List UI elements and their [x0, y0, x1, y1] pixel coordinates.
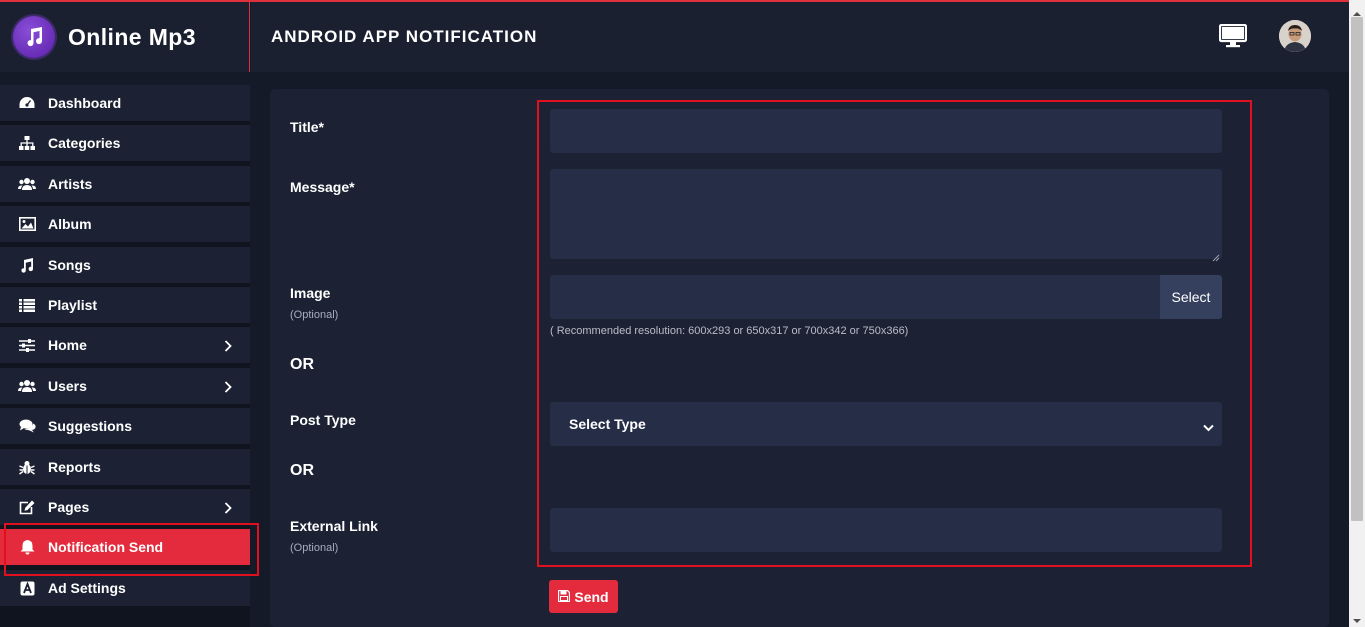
external-link-optional-label: (Optional): [290, 542, 339, 554]
sidebar-item-songs[interactable]: Songs: [0, 247, 250, 285]
brand-name: Online Mp3: [68, 23, 196, 50]
monitor-icon[interactable]: [1218, 23, 1248, 53]
send-button[interactable]: Send: [549, 580, 618, 613]
image-label: Image: [290, 285, 331, 301]
image-icon: [17, 214, 37, 234]
active-item-highlight: [4, 523, 259, 576]
sidebar-item-suggestions[interactable]: Suggestions: [0, 408, 250, 446]
scrollbar-thumb[interactable]: [1351, 17, 1363, 521]
ad-icon: [17, 578, 37, 598]
page-title: ANDROID APP NOTIFICATION: [271, 27, 538, 46]
bug-icon: [17, 457, 37, 477]
music-logo-icon: [13, 16, 55, 58]
sidebar-item-categories[interactable]: Categories: [0, 125, 250, 163]
chevron-right-icon: [224, 339, 232, 357]
chevron-right-icon: [224, 501, 232, 519]
sidebar-item-reports[interactable]: Reports: [0, 449, 250, 487]
image-optional-label: (Optional): [290, 309, 339, 321]
sliders-icon: [17, 335, 37, 355]
external-link-label: External Link: [290, 518, 378, 534]
form-fields-highlight: [537, 100, 1252, 567]
list-icon: [17, 295, 37, 315]
or-separator: OR: [290, 462, 314, 479]
sidebar-item-users[interactable]: Users: [0, 368, 250, 406]
sidebar-item-artists[interactable]: Artists: [0, 166, 250, 204]
user-avatar[interactable]: [1279, 20, 1311, 52]
sitemap-icon: [17, 133, 37, 153]
dashboard-icon: [17, 93, 37, 113]
music-icon: [17, 255, 37, 275]
post-type-label: Post Type: [290, 412, 356, 428]
save-icon: [558, 589, 571, 605]
users-icon: [17, 174, 37, 194]
sidebar-item-playlist[interactable]: Playlist: [0, 287, 250, 325]
users-icon: [17, 376, 37, 396]
or-separator: OR: [290, 356, 314, 373]
vertical-scrollbar[interactable]: [1349, 0, 1365, 627]
chevron-right-icon: [224, 380, 232, 398]
edit-icon: [17, 497, 37, 517]
sidebar-item-dashboard[interactable]: Dashboard: [0, 85, 250, 123]
sidebar-item-home[interactable]: Home: [0, 327, 250, 365]
sidebar-item-album[interactable]: Album: [0, 206, 250, 244]
comments-icon: [17, 416, 37, 436]
sidebar-item-pages[interactable]: Pages: [0, 489, 250, 527]
brand[interactable]: Online Mp3: [0, 2, 250, 72]
message-label: Message*: [290, 179, 355, 195]
title-label: Title*: [290, 119, 324, 135]
scroll-down-arrow-icon[interactable]: [1353, 611, 1361, 627]
top-header: ANDROID APP NOTIFICATION: [251, 2, 1349, 72]
